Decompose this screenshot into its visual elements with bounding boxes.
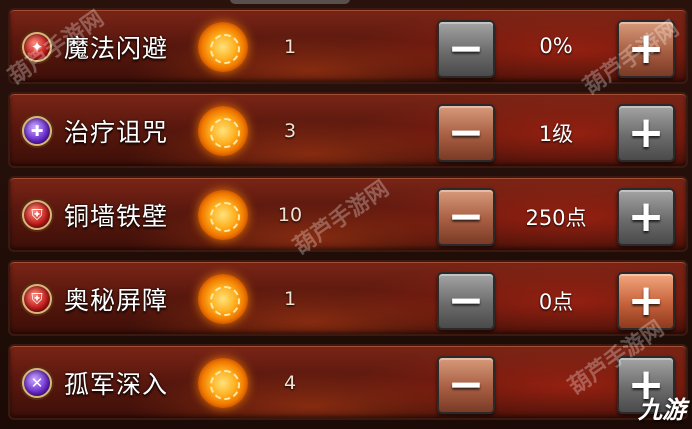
skill-count: 3 xyxy=(283,120,297,142)
decrease-button[interactable]: − xyxy=(437,20,495,78)
skill-value: 0点 xyxy=(538,290,574,314)
magic-dodge-icon: ✦ xyxy=(22,32,52,62)
skill-row-heal-curse: ✚ 治疗诅咒 3 − 1级 + xyxy=(8,92,688,168)
iron-wall-icon: ⛨ xyxy=(22,200,52,230)
skill-row-magic-dodge: ✦ 魔法闪避 1 − 0% + xyxy=(8,8,688,84)
increase-button[interactable]: + xyxy=(617,20,675,78)
skill-row-iron-wall: ⛨ 铜墙铁壁 10 − 250点 + xyxy=(8,176,688,252)
skill-point-coin-icon xyxy=(198,274,248,324)
skill-allocation-panel: ✦ 魔法闪避 1 − 0% + ✚ 治疗诅咒 3 − 1级 + ⛨ 铜墙铁壁 1… xyxy=(0,0,692,429)
skill-row-arcane-barrier: ⛨ 奥秘屏障 1 − 0点 + xyxy=(8,260,688,336)
top-scroll-edge xyxy=(230,0,350,4)
decrease-button[interactable]: − xyxy=(437,104,495,162)
skill-value: 250点 xyxy=(525,206,587,230)
skill-name: 孤军深入 xyxy=(64,370,169,399)
increase-button[interactable]: + xyxy=(617,188,675,246)
skill-point-coin-icon xyxy=(198,106,248,156)
skill-value: 1级 xyxy=(538,122,574,146)
skill-point-coin-icon xyxy=(198,358,248,408)
heal-curse-icon: ✚ xyxy=(22,116,52,146)
arcane-barrier-icon: ⛨ xyxy=(22,284,52,314)
skill-count: 4 xyxy=(283,372,297,394)
skill-name: 奥秘屏障 xyxy=(64,286,169,315)
increase-button[interactable]: + xyxy=(617,272,675,330)
skill-value: 0% xyxy=(539,34,573,58)
skill-row-lone-advance: ✕ 孤军深入 4 − + xyxy=(8,344,688,420)
skill-name: 铜墙铁壁 xyxy=(64,202,169,231)
decrease-button[interactable]: − xyxy=(437,272,495,330)
skill-point-coin-icon xyxy=(198,190,248,240)
skill-name: 魔法闪避 xyxy=(64,34,169,63)
skill-point-coin-icon xyxy=(198,22,248,72)
decrease-button[interactable]: − xyxy=(437,356,495,414)
skill-name: 治疗诅咒 xyxy=(64,118,169,147)
site-logo: 九游 xyxy=(638,396,686,424)
skill-count: 1 xyxy=(283,36,297,58)
decrease-button[interactable]: − xyxy=(437,188,495,246)
skill-count: 10 xyxy=(277,204,303,226)
skill-count: 1 xyxy=(283,288,297,310)
lone-advance-icon: ✕ xyxy=(22,368,52,398)
increase-button[interactable]: + xyxy=(617,104,675,162)
